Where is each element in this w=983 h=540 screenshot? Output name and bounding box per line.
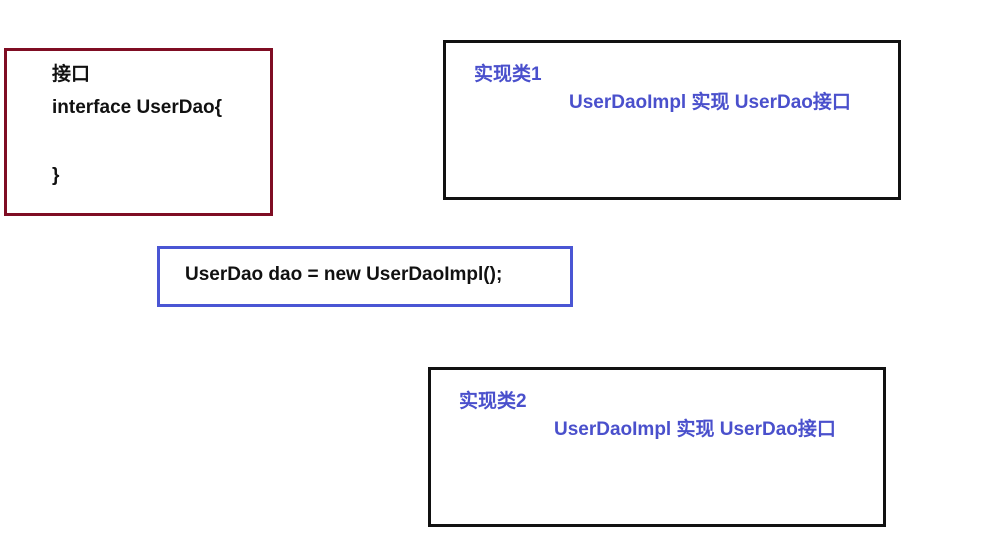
impl-class-1-title: 实现类1 (474, 64, 542, 85)
interface-heading: 接口 (52, 64, 91, 85)
impl-class-2-title: 实现类2 (459, 391, 527, 412)
interface-closing-brace: } (52, 165, 60, 186)
interface-declaration: interface UserDao{ (52, 97, 223, 118)
impl-class-1-description: UserDaoImpl 实现 UserDao接口 (569, 92, 851, 113)
assignment-code: UserDao dao = new UserDaoImpl(); (185, 264, 503, 285)
impl-class-2-description: UserDaoImpl 实现 UserDao接口 (554, 419, 836, 440)
interface-box (4, 48, 273, 216)
